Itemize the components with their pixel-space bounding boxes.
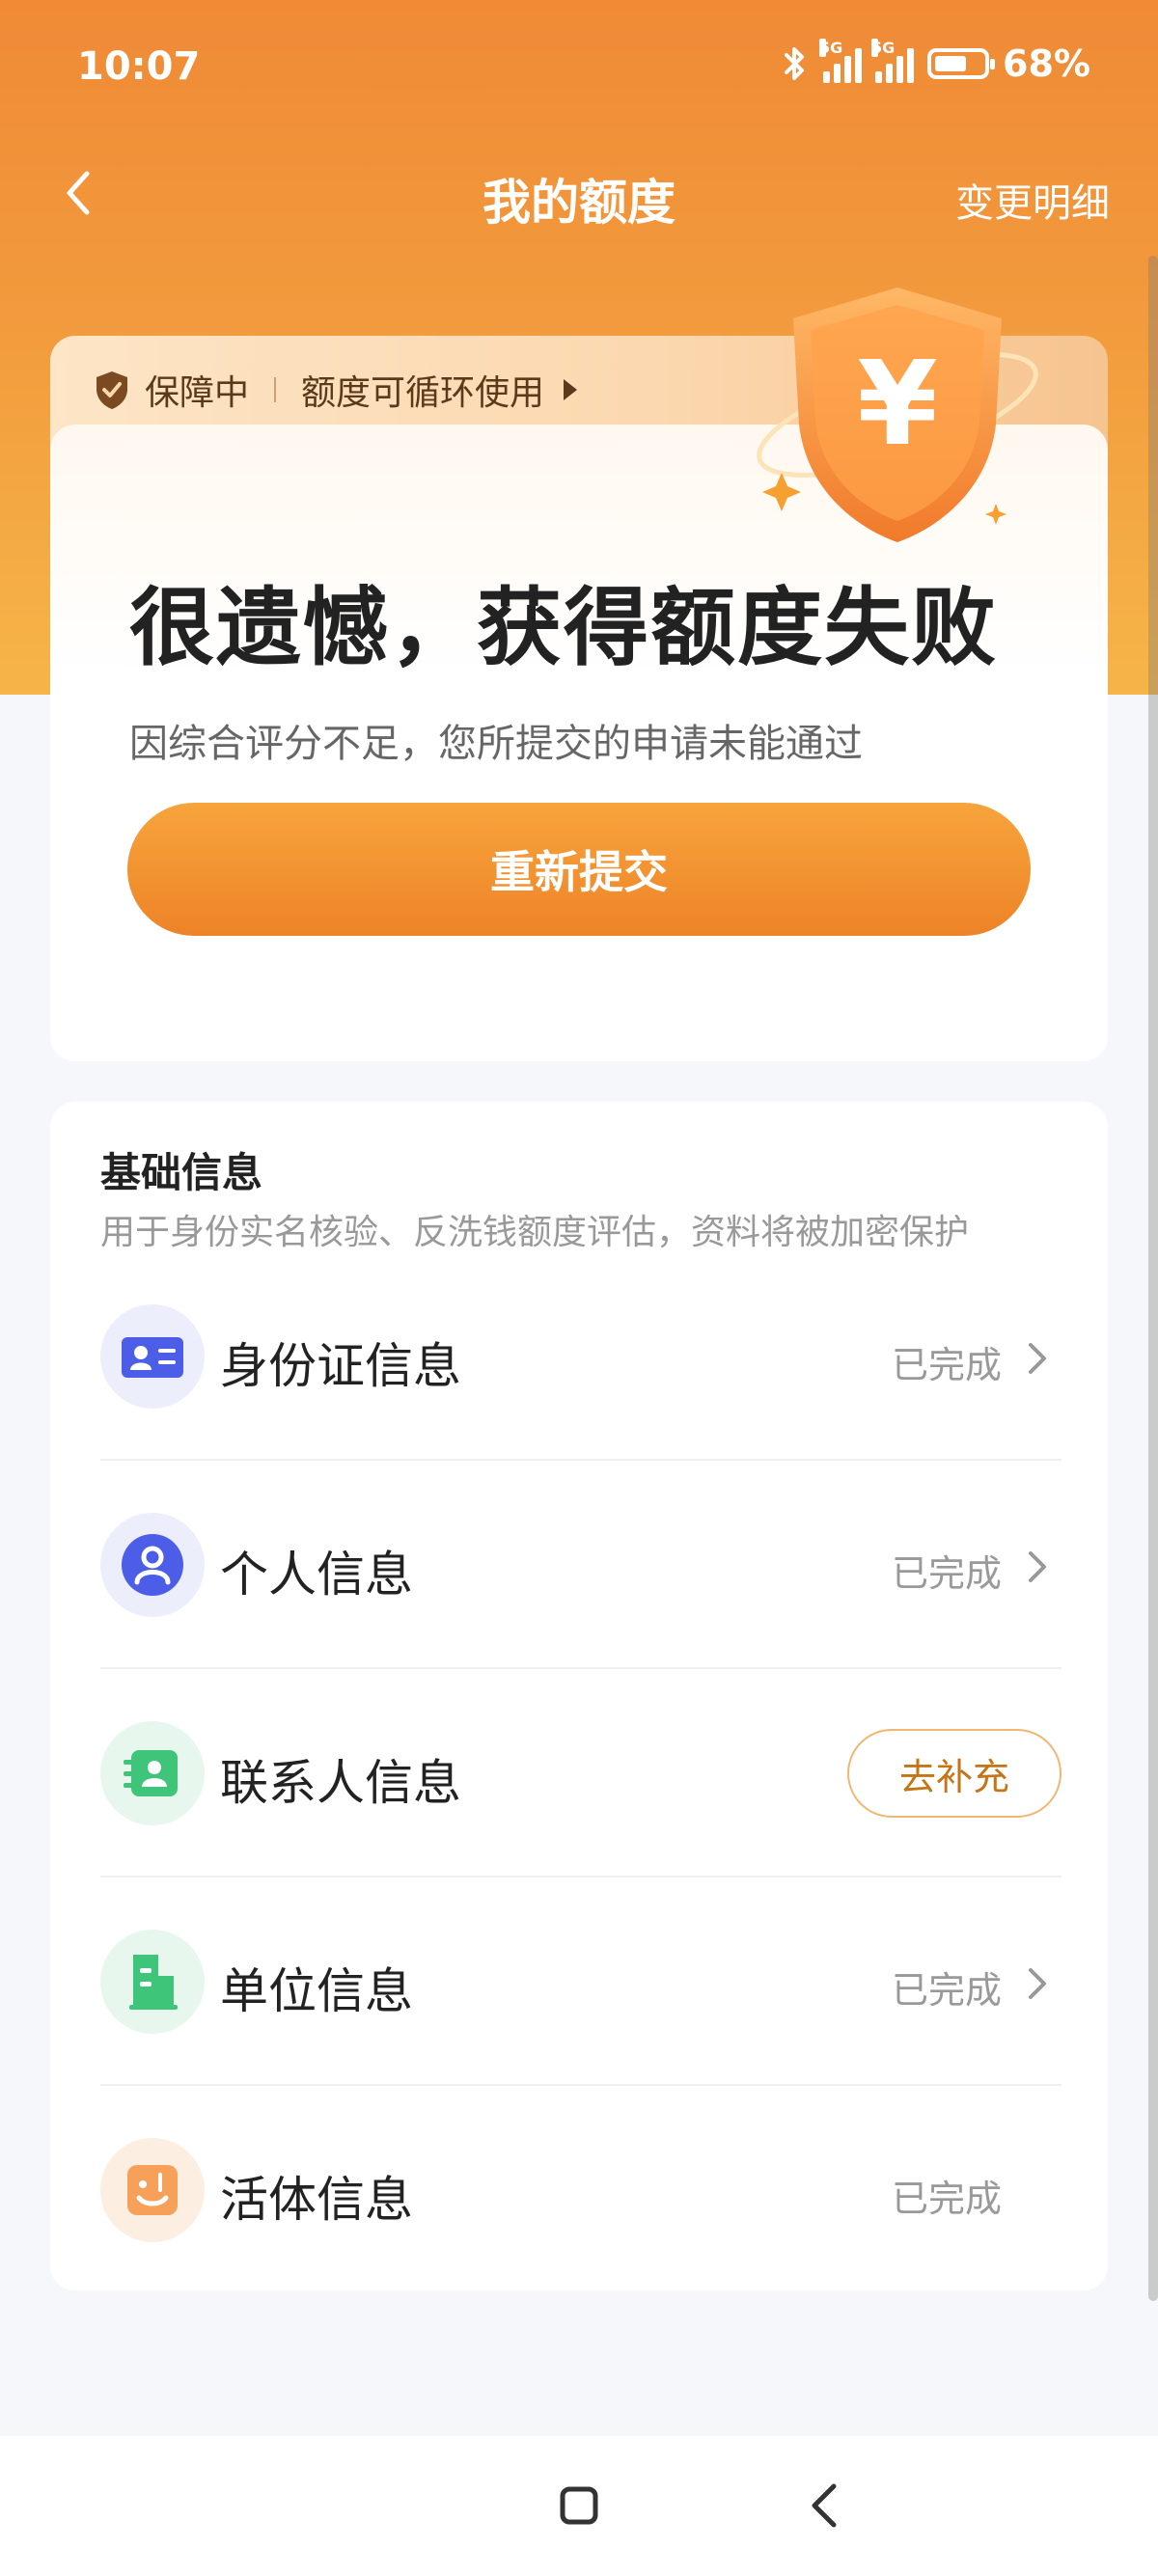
battery-icon	[927, 48, 996, 79]
person-icon	[100, 1513, 205, 1617]
scrollbar[interactable]	[1148, 256, 1158, 2301]
cellular-signal-icon: 5G	[819, 39, 863, 83]
list-item-employer[interactable]: 单位信息 已完成	[100, 1877, 1062, 2086]
bluetooth-icon	[785, 47, 805, 80]
list-item-id-card[interactable]: 身份证信息 已完成	[100, 1252, 1062, 1461]
menu-icon[interactable]	[307, 2477, 365, 2535]
yuan-shield-icon: ¥	[757, 288, 1038, 542]
face-icon	[100, 2138, 205, 2242]
battery-percent: 68%	[1003, 42, 1090, 85]
supplement-button[interactable]: 去补充	[847, 1729, 1062, 1818]
network-type-label: 5G	[819, 39, 843, 57]
status-icons: 5G 5G 68%	[781, 39, 1090, 85]
chevron-right-icon	[1029, 1551, 1046, 1582]
cellular-signal-icon-2: 5G	[871, 39, 915, 83]
resubmit-button[interactable]: 重新提交	[127, 803, 1031, 936]
back-icon[interactable]	[797, 2477, 855, 2535]
section-title: 基础信息	[100, 1149, 263, 1196]
status-text: 已完成	[891, 2178, 1002, 2220]
network-type-label-2: 5G	[871, 39, 896, 57]
chevron-right-icon	[1029, 1968, 1046, 1999]
system-navigation-bar	[0, 2436, 1158, 2576]
section-subtitle: 用于身份实名核验、反洗钱额度评估，资料将被加密保护	[100, 1213, 970, 1252]
id-card-icon	[100, 1304, 205, 1409]
list-item-label: 个人信息	[220, 1547, 413, 1603]
basic-info-card: 基础信息 用于身份实名核验、反洗钱额度评估，资料将被加密保护 身份证信息 已完成…	[50, 1102, 1108, 2290]
status-bar: 10:07 5G 5G 68%	[0, 0, 1158, 135]
divider	[274, 377, 277, 402]
home-icon[interactable]	[550, 2477, 608, 2535]
result-description: 因综合评分不足，您所提交的申请未能通过	[129, 722, 863, 766]
list-item-label: 身份证信息	[220, 1338, 461, 1394]
status-text: 已完成	[891, 1344, 1002, 1386]
guarantee-text: 额度可循环使用	[301, 373, 545, 413]
list-item-contacts[interactable]: 联系人信息 去补充	[100, 1669, 1062, 1877]
guarantee-status: 保障中	[145, 373, 250, 413]
list-item-personal[interactable]: 个人信息 已完成	[100, 1461, 1062, 1669]
status-text: 已完成	[891, 1552, 1002, 1595]
chevron-right-icon	[1029, 1343, 1046, 1374]
list-item-label: 活体信息	[220, 2172, 413, 2228]
svg-text:¥: ¥	[857, 338, 938, 472]
list-item-liveness[interactable]: 活体信息 已完成	[100, 2086, 1062, 2294]
shield-check-icon	[96, 371, 127, 409]
building-icon	[100, 1930, 205, 2034]
play-arrow-icon	[564, 379, 578, 400]
result-title: 很遗憾，获得额度失败	[129, 578, 999, 677]
status-text: 已完成	[891, 1969, 1002, 2012]
list-item-label: 单位信息	[220, 1963, 413, 2019]
change-details-link[interactable]: 变更明细	[955, 172, 1110, 228]
status-time: 10:07	[77, 44, 201, 89]
top-navigation: 我的额度 变更明细	[0, 145, 1158, 241]
list-item-label: 联系人信息	[220, 1755, 461, 1811]
contacts-icon	[100, 1721, 205, 1825]
